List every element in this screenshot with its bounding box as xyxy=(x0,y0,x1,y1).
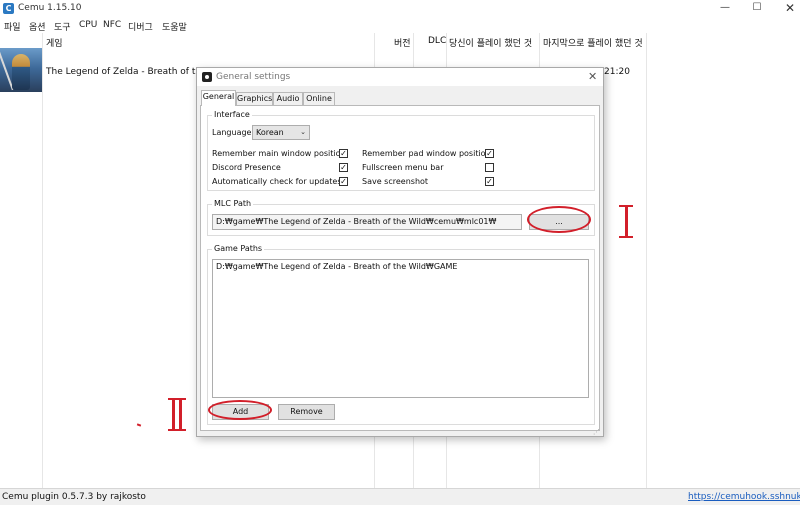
option-save-screenshot: Save screenshot xyxy=(362,177,429,186)
menu-tools[interactable]: 도구 xyxy=(54,20,71,33)
menu-cpu[interactable]: CPU xyxy=(79,20,97,30)
status-plugin-text: Cemu plugin 0.5.7.3 by rajkosto xyxy=(2,492,146,502)
annotation-circle-add xyxy=(208,400,272,420)
option-discord-presence: Discord Presence xyxy=(212,163,281,172)
cemuhook-link[interactable]: https://cemuhook.sshnuke.net xyxy=(688,492,800,502)
general-tab-pane: Interface Language Korean ⌄ Remember mai… xyxy=(200,105,600,431)
column-divider xyxy=(646,33,647,488)
chevron-down-icon: ⌄ xyxy=(300,128,306,136)
column-header-last-played[interactable]: 마지막으로 플레이 했던 것 xyxy=(543,36,643,49)
checkbox-fullscreen-menu-bar[interactable] xyxy=(485,163,494,172)
column-divider xyxy=(42,33,43,488)
checkbox-remember-main-window[interactable]: ✓ xyxy=(339,149,348,158)
language-value: Korean xyxy=(256,128,284,137)
interface-group-title: Interface xyxy=(212,110,252,119)
general-settings-dialog: General settings ✕ General Graphics Audi… xyxy=(196,67,604,437)
dialog-title-bar: General settings ✕ xyxy=(197,68,603,86)
interface-group: Interface Language Korean ⌄ Remember mai… xyxy=(207,110,595,191)
cemu-app-icon: C xyxy=(3,3,14,14)
game-last-played: 21:20 xyxy=(604,67,630,77)
tab-general[interactable]: General xyxy=(201,90,236,106)
status-bar: Cemu plugin 0.5.7.3 by rajkosto https://… xyxy=(0,488,800,505)
menu-help[interactable]: 도움말 xyxy=(162,20,187,33)
menu-file[interactable]: 파일 xyxy=(4,20,21,33)
game-path-item[interactable]: D:₩game₩The Legend of Zelda - Breath of … xyxy=(216,262,457,271)
remove-path-button[interactable]: Remove xyxy=(278,404,335,420)
dialog-close-button[interactable]: ✕ xyxy=(588,70,597,83)
cover-art-character xyxy=(12,54,30,90)
checkbox-discord-presence[interactable]: ✓ xyxy=(339,163,348,172)
annotation-circle-browse xyxy=(527,206,591,233)
game-paths-group-title: Game Paths xyxy=(212,244,265,253)
title-bar: C Cemu 1.15.10 — ☐ ✕ xyxy=(0,0,800,16)
menu-debug[interactable]: 디버그 xyxy=(128,20,153,33)
option-remember-pad-window: Remember pad window position xyxy=(362,149,491,158)
game-paths-group: Game Paths D:₩game₩The Legend of Zelda -… xyxy=(207,244,595,425)
option-remember-main-window: Remember main window position xyxy=(212,149,346,158)
option-fullscreen-menu-bar: Fullscreen menu bar xyxy=(362,163,444,172)
resize-grip-icon[interactable]: ⋰ xyxy=(593,428,600,436)
mlc-path-group-title: MLC Path xyxy=(212,199,254,208)
game-paths-list[interactable]: D:₩game₩The Legend of Zelda - Breath of … xyxy=(212,259,589,398)
column-header-played-time[interactable]: 당신이 플레이 했던 것 xyxy=(449,36,532,49)
tab-online[interactable]: Online xyxy=(303,92,335,105)
tab-audio[interactable]: Audio xyxy=(273,92,303,105)
option-check-updates: Automatically check for updates xyxy=(212,177,342,186)
close-window-button[interactable]: ✕ xyxy=(770,0,800,16)
language-select[interactable]: Korean ⌄ xyxy=(252,125,310,140)
dialog-title: General settings xyxy=(216,72,291,82)
settings-gear-icon xyxy=(202,72,212,82)
checkbox-save-screenshot[interactable]: ✓ xyxy=(485,177,494,186)
tab-graphics[interactable]: Graphics xyxy=(236,92,273,105)
language-label: Language xyxy=(212,128,252,137)
column-header-game[interactable]: 게임 xyxy=(46,36,63,49)
menu-nfc[interactable]: NFC xyxy=(103,20,121,30)
checkbox-remember-pad-window[interactable]: ✓ xyxy=(485,149,494,158)
menu-bar: 파일 옵션 도구 CPU NFC 디버그 도움말 xyxy=(0,16,800,33)
column-header-version[interactable]: 버전 xyxy=(394,36,411,49)
window-title: Cemu 1.15.10 xyxy=(18,3,82,13)
menu-options[interactable]: 옵션 xyxy=(29,20,46,33)
game-cover-image xyxy=(0,48,42,92)
column-header-dlc[interactable]: DLC xyxy=(428,36,446,46)
mlc-path-field[interactable]: D:₩game₩The Legend of Zelda - Breath of … xyxy=(212,214,522,230)
checkbox-check-updates[interactable]: ✓ xyxy=(339,177,348,186)
